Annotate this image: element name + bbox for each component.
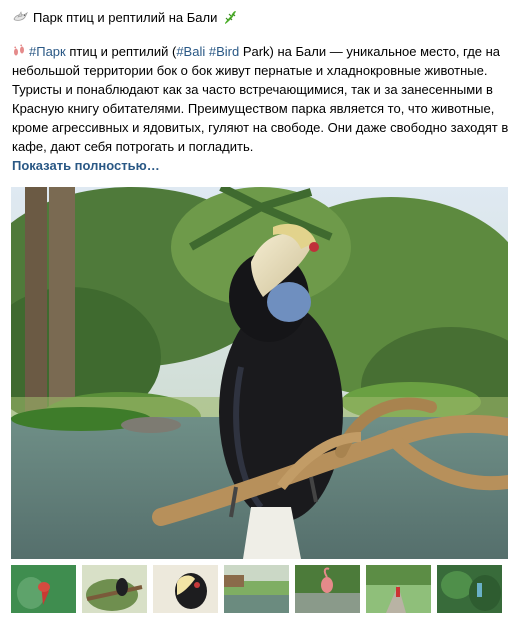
thumbnail-flamingo[interactable] bbox=[295, 565, 360, 613]
thumbnail-pond-garden[interactable] bbox=[224, 565, 289, 613]
post-text-part-1: птиц и рептилий ( bbox=[65, 44, 177, 59]
main-photo[interactable] bbox=[11, 187, 508, 559]
show-more-link[interactable]: Показать полностью… bbox=[12, 158, 160, 173]
thumbnail-hornbill-closeup-illustration bbox=[153, 565, 218, 613]
thumbnail-red-bird[interactable] bbox=[11, 565, 76, 613]
thumbnail-bird-on-branch[interactable] bbox=[82, 565, 147, 613]
thumbnail-tropical-garden[interactable] bbox=[437, 565, 502, 613]
thumbnail-flamingo-illustration bbox=[295, 565, 360, 613]
hornbill-photo-illustration bbox=[11, 187, 508, 559]
dove-icon bbox=[13, 11, 28, 21]
hashtag-bird-link[interactable]: #Bird bbox=[209, 44, 239, 59]
footprints-icon bbox=[14, 44, 24, 56]
thumbnail-pond-garden-illustration bbox=[224, 565, 289, 613]
thumbnail-visitors-path-illustration bbox=[366, 565, 431, 613]
lizard-icon bbox=[225, 11, 237, 24]
thumbnail-red-bird-illustration bbox=[11, 565, 76, 613]
post-title-text: Парк птиц и рептилий на Бали bbox=[33, 9, 218, 25]
thumbnail-tropical-garden-illustration bbox=[437, 565, 502, 613]
post-text: #Парк птиц и рептилий (#Bali #Bird Park)… bbox=[12, 42, 510, 156]
post-text-part-3: Park) на Бали — уникальное место, где на… bbox=[12, 44, 509, 154]
thumbnail-hornbill-closeup[interactable] bbox=[153, 565, 218, 613]
thumbnail-strip bbox=[11, 565, 508, 613]
thumbnail-bird-on-branch-illustration bbox=[82, 565, 147, 613]
hashtag-park-link[interactable]: #Парк bbox=[29, 44, 66, 59]
hashtag-bali-link[interactable]: #Bali bbox=[176, 44, 205, 59]
post-title: Парк птиц и рептилий на Бали bbox=[12, 8, 238, 26]
thumbnail-visitors-path[interactable] bbox=[366, 565, 431, 613]
